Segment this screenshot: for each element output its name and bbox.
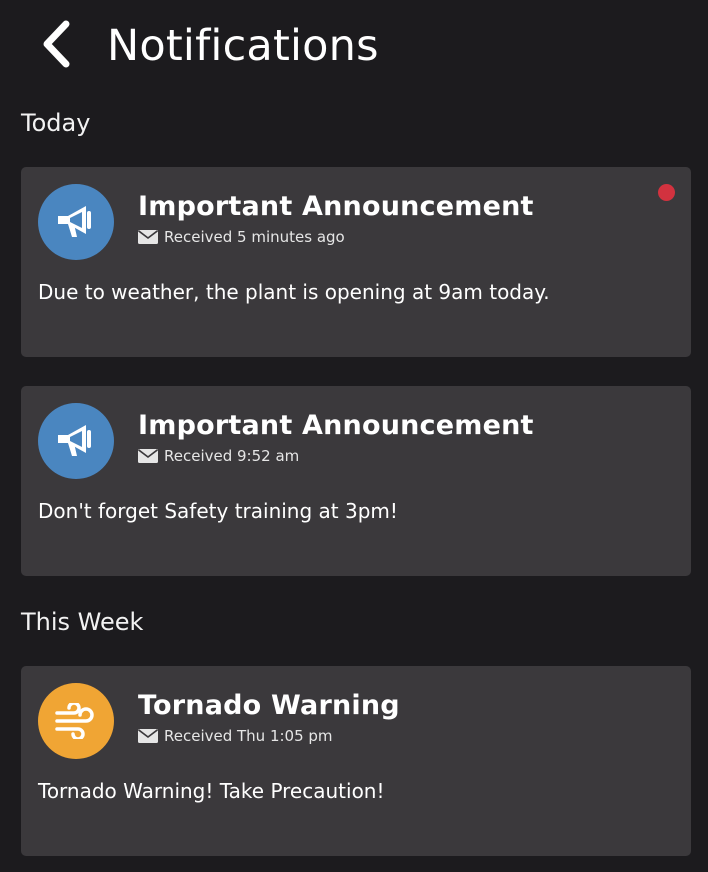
notification-meta: Received Thu 1:05 pm (138, 725, 333, 747)
wind-icon (55, 703, 94, 739)
megaphone-icon (58, 206, 91, 237)
megaphone-icon (58, 425, 91, 456)
notification-avatar (38, 683, 114, 759)
page-title: Notifications (107, 21, 379, 71)
app-header: Notifications (0, 0, 708, 96)
unread-indicator (658, 184, 675, 201)
section-title-today: Today (21, 109, 91, 137)
notification-card[interactable]: Tornado Warning Received Thu 1:05 pm Tor… (21, 666, 691, 856)
chevron-left-icon (43, 20, 70, 68)
notification-received: Received 5 minutes ago (164, 228, 345, 246)
notification-meta: Received 9:52 am (138, 445, 299, 467)
mail-icon (138, 729, 158, 743)
notification-body: Tornado Warning! Take Precaution! (38, 779, 385, 803)
mail-icon (138, 449, 158, 463)
notification-title: Important Announcement (138, 410, 534, 441)
back-button[interactable] (36, 18, 76, 70)
notification-meta: Received 5 minutes ago (138, 226, 345, 248)
notification-body: Don't forget Safety training at 3pm! (38, 499, 398, 523)
notification-body: Due to weather, the plant is opening at … (38, 280, 550, 304)
notification-received: Received Thu 1:05 pm (164, 727, 333, 745)
notification-avatar (38, 184, 114, 260)
notification-title: Tornado Warning (138, 690, 400, 721)
notification-card[interactable]: Important Announcement Received 9:52 am … (21, 386, 691, 576)
notification-avatar (38, 403, 114, 479)
section-title-this-week: This Week (21, 608, 144, 636)
notification-card[interactable]: Important Announcement Received 5 minute… (21, 167, 691, 357)
notification-received: Received 9:52 am (164, 447, 300, 465)
mail-icon (138, 230, 158, 244)
notification-title: Important Announcement (138, 191, 534, 222)
